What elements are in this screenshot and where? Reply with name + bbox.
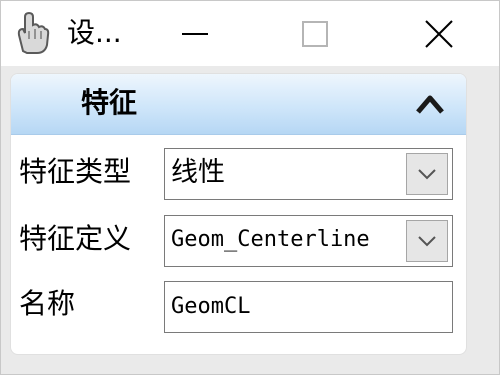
feature-definition-dropdown-button[interactable]: [406, 220, 448, 262]
panel-title: 特征: [81, 86, 138, 119]
title-bar[interactable]: 设...: [1, 1, 499, 66]
chevron-up-icon[interactable]: [413, 90, 447, 118]
name-label: 名称: [19, 287, 76, 320]
feature-type-select[interactable]: 线性: [164, 148, 453, 200]
chevron-down-icon: [418, 236, 436, 247]
window-title: 设...: [67, 16, 122, 49]
hand-icon: [17, 11, 50, 54]
tool-window: 设... 特征 特征类型 线性 特征定义 Geom_Centerline 名称 …: [0, 0, 500, 375]
feature-panel: 特征 特征类型 线性 特征定义 Geom_Centerline 名称 GeomC…: [10, 73, 467, 355]
name-value: GeomCL: [171, 294, 251, 319]
maximize-icon: [302, 20, 328, 47]
panel-header[interactable]: 特征: [11, 74, 466, 135]
feature-type-value: 线性: [171, 157, 225, 188]
minimize-button[interactable]: [133, 1, 257, 66]
chevron-down-icon: [418, 169, 436, 180]
feature-type-label: 特征类型: [19, 155, 132, 188]
minimize-icon: [182, 32, 208, 35]
feature-type-dropdown-button[interactable]: [406, 153, 448, 195]
close-icon: [425, 19, 453, 48]
name-input[interactable]: GeomCL: [164, 281, 453, 333]
close-button[interactable]: [377, 1, 500, 66]
feature-definition-label: 特征定义: [19, 222, 132, 255]
feature-definition-select[interactable]: Geom_Centerline: [164, 215, 453, 267]
maximize-button[interactable]: [253, 1, 377, 66]
feature-definition-value: Geom_Centerline: [171, 227, 370, 252]
